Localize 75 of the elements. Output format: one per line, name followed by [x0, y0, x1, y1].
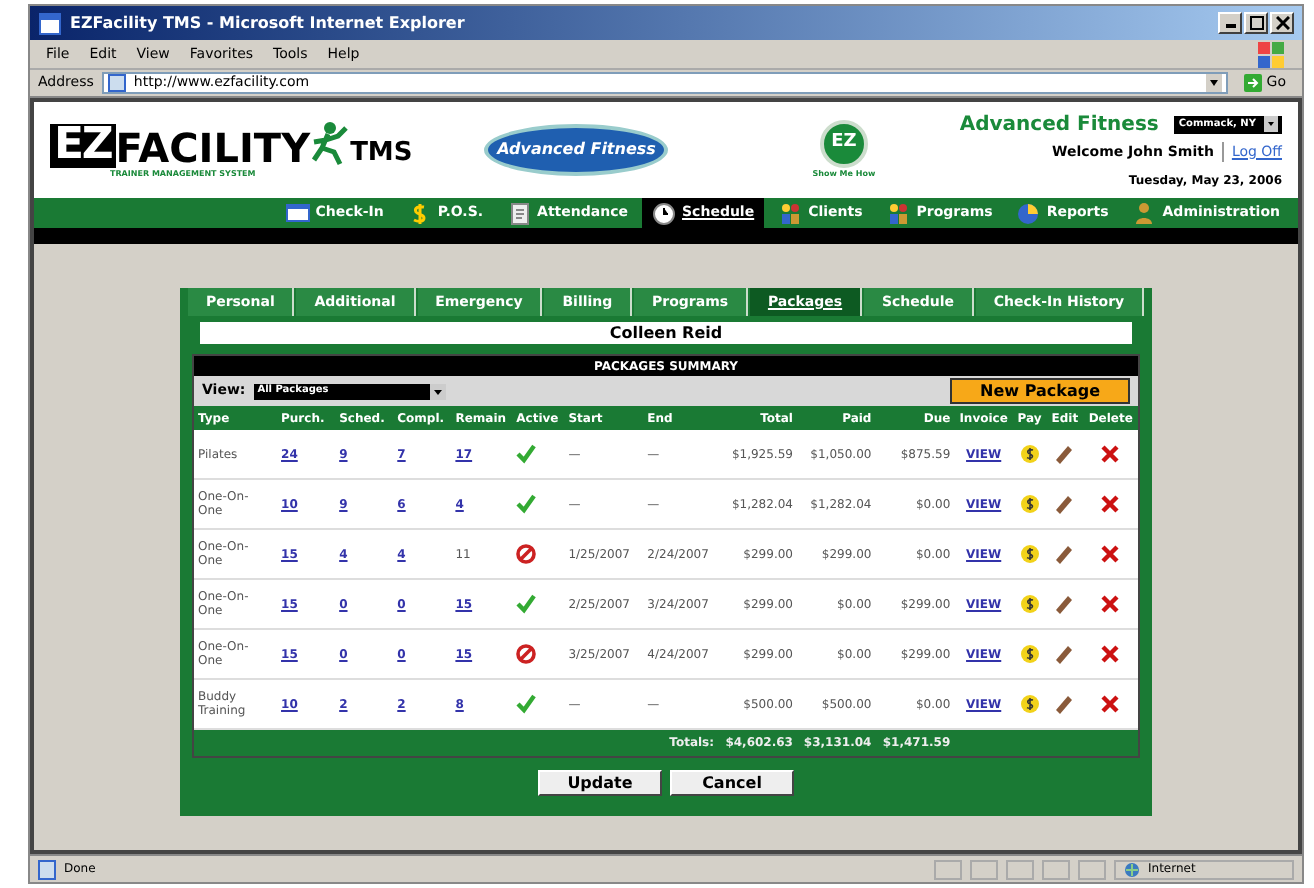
close-button[interactable]	[1270, 12, 1294, 34]
clock-icon	[652, 201, 677, 225]
dropdown-arrow-icon	[1206, 74, 1223, 92]
dropdown-arrow-icon	[429, 383, 446, 399]
logo-letters: EZ	[50, 124, 116, 168]
status-pane	[970, 859, 998, 879]
minimize-button[interactable]	[1218, 12, 1242, 34]
pie-chart-icon	[1016, 201, 1041, 225]
edit-button[interactable]	[1054, 444, 1075, 464]
edit-button[interactable]	[1054, 494, 1075, 514]
window-title: EZFacility TMS - Microsoft Internet Explorer	[70, 11, 467, 35]
status-pane	[934, 859, 962, 879]
coin-icon	[1019, 594, 1040, 614]
edit-button[interactable]	[1054, 694, 1075, 714]
form-button[interactable]: Cancel	[670, 769, 794, 796]
club-name: Advanced Fitness	[959, 111, 1159, 140]
close-icon	[1100, 594, 1121, 614]
delete-button[interactable]	[1100, 694, 1121, 714]
pay-button[interactable]	[1019, 644, 1040, 664]
globe-icon	[1124, 861, 1140, 877]
client-name-field: Colleen Reid	[200, 322, 1132, 344]
page-icon	[38, 11, 62, 35]
clipboard-icon	[507, 201, 532, 225]
dropdown-arrow-icon	[1264, 116, 1278, 133]
calendar-icon	[285, 201, 310, 225]
maximize-button[interactable]	[1244, 12, 1268, 34]
partner-logo: Advanced Fitness	[484, 124, 669, 176]
status-pane	[1006, 859, 1034, 879]
pencil-icon	[1054, 544, 1075, 564]
status-pane	[1042, 859, 1070, 879]
close-icon	[1100, 494, 1121, 514]
new-package-button[interactable]: New Package	[950, 378, 1130, 404]
coin-icon	[1019, 444, 1040, 464]
delete-button[interactable]	[1100, 444, 1121, 464]
people-icon	[778, 201, 803, 225]
coin-icon	[1019, 494, 1040, 514]
person-icon	[1132, 201, 1157, 225]
pencil-icon	[1054, 694, 1075, 714]
page-icon	[38, 859, 56, 879]
runner-icon	[310, 120, 351, 168]
pencil-icon	[1054, 644, 1075, 664]
close-icon	[1100, 544, 1121, 564]
form-button[interactable]: Update	[538, 769, 662, 796]
close-icon	[1275, 16, 1289, 30]
logo-wordmark: FACILITY	[115, 128, 311, 168]
status-pane	[1078, 859, 1106, 879]
pay-button[interactable]	[1019, 594, 1040, 614]
delete-button[interactable]	[1100, 544, 1121, 564]
close-icon	[1100, 694, 1121, 714]
pencil-icon	[1054, 494, 1075, 514]
delete-button[interactable]	[1100, 594, 1121, 614]
arrow-icon	[1244, 74, 1263, 92]
edit-button[interactable]	[1054, 644, 1075, 664]
close-icon	[1100, 644, 1121, 664]
help-badge[interactable]: EZ	[819, 120, 868, 168]
pay-button[interactable]	[1019, 544, 1040, 564]
close-icon	[1100, 444, 1121, 464]
coin-icon	[1019, 644, 1040, 664]
pay-button[interactable]	[1019, 694, 1040, 714]
windows-flag-icon	[1256, 39, 1286, 69]
coin-icon	[1019, 694, 1040, 714]
logo-suffix: TMS	[350, 140, 413, 168]
pay-button[interactable]	[1019, 444, 1040, 464]
pay-button[interactable]	[1019, 494, 1040, 514]
coin-icon	[1019, 544, 1040, 564]
pencil-icon	[1054, 594, 1075, 614]
edit-button[interactable]	[1054, 544, 1075, 564]
delete-button[interactable]	[1100, 494, 1121, 514]
pencil-icon	[1054, 444, 1075, 464]
maximize-icon	[1249, 16, 1263, 30]
page-icon	[107, 74, 126, 92]
edit-button[interactable]	[1054, 594, 1075, 614]
people-icon	[886, 201, 911, 225]
delete-button[interactable]	[1100, 644, 1121, 664]
minimize-icon	[1225, 24, 1235, 28]
